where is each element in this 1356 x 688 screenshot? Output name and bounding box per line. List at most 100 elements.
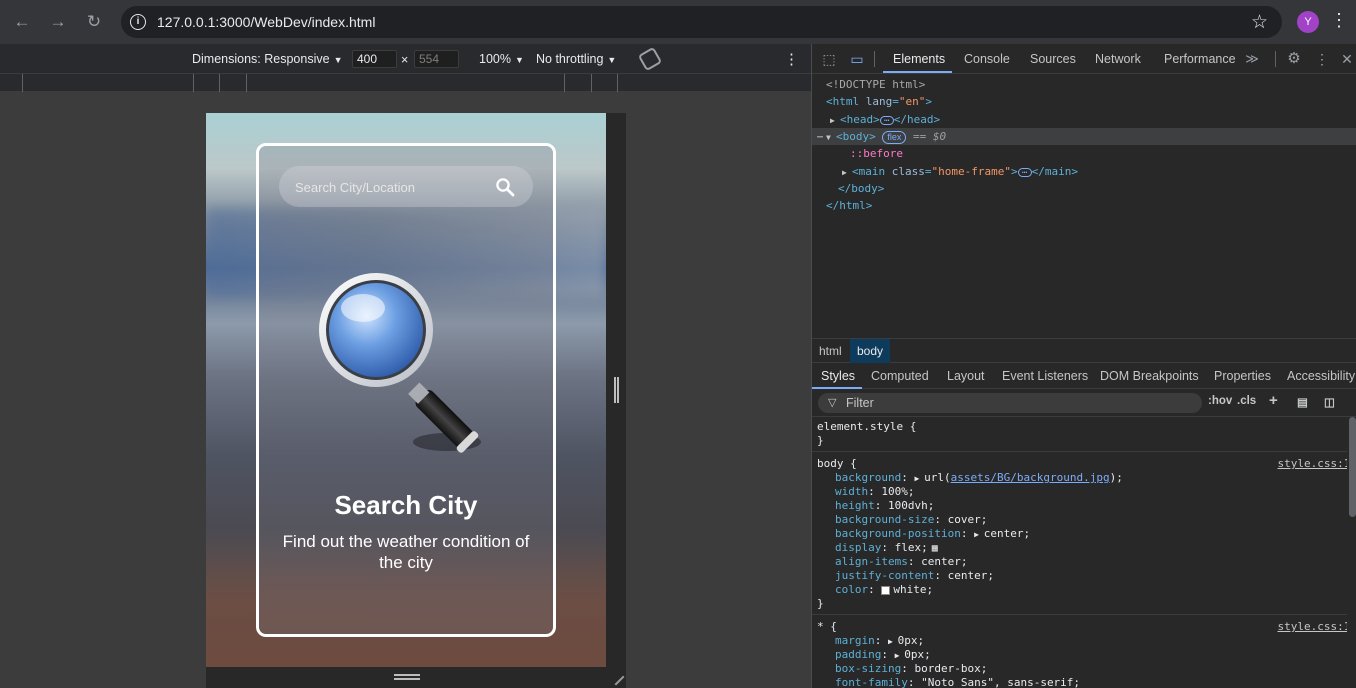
dom-node-pseudo-before[interactable]: ::before <box>812 145 1356 162</box>
css-declaration[interactable]: height: 100dvh; <box>835 499 934 513</box>
close-icon[interactable]: ✕ <box>1338 50 1356 68</box>
search-icon[interactable] <box>495 177 515 197</box>
media-query-ruler[interactable] <box>0 74 811 92</box>
breadcrumb-body[interactable]: body <box>850 339 891 363</box>
styles-filter-row: ▽ :hov .cls + ▤ ◫ <box>812 389 1356 417</box>
tab-sources[interactable]: Sources <box>1030 52 1076 66</box>
width-input[interactable]: 400 <box>352 50 397 68</box>
css-declaration[interactable]: align-items: center; <box>835 555 967 569</box>
ruler-tick <box>246 74 247 92</box>
back-arrow-icon[interactable]: ← <box>10 10 34 34</box>
toggle-sidebar-icon[interactable]: ◫ <box>1324 395 1335 409</box>
reload-icon[interactable]: ↻ <box>82 10 106 34</box>
css-declaration[interactable]: background-size: cover; <box>835 513 987 527</box>
filter-funnel-icon: ▽ <box>828 397 837 409</box>
more-tabs-icon[interactable]: ≫ <box>1243 50 1261 68</box>
more-options-icon[interactable]: ⋮ <box>784 50 799 68</box>
site-info-icon[interactable]: i <box>130 14 146 30</box>
expand-triangle-icon[interactable]: ▶ <box>830 112 840 129</box>
ruler-tick <box>591 74 592 92</box>
profile-avatar[interactable]: Y <box>1297 11 1319 33</box>
css-declaration[interactable]: display: flex; ▦ <box>835 541 938 555</box>
css-declaration[interactable]: padding: ▶ 0px; <box>835 648 931 662</box>
height-input[interactable]: 554 <box>414 50 459 68</box>
more-options-icon[interactable]: ⋮ <box>1313 50 1331 68</box>
flex-editor-icon[interactable]: ▦ <box>932 543 938 554</box>
css-declaration[interactable]: background: ▶ url(assets/BG/background.j… <box>835 471 1123 485</box>
color-swatch[interactable] <box>881 585 891 595</box>
tab-elements[interactable]: Elements <box>893 52 945 66</box>
dom-node-html-close[interactable]: </html> <box>812 197 1356 214</box>
throttling-dropdown[interactable]: No throttling ▼ <box>536 52 616 66</box>
rotate-icon[interactable] <box>637 46 663 72</box>
dom-node-body-close[interactable]: </body> <box>812 180 1356 197</box>
zoom-dropdown[interactable]: 100% ▼ <box>479 52 524 66</box>
expand-triangle-icon[interactable]: ▶ <box>842 164 852 181</box>
class-toggle[interactable]: .cls <box>1237 395 1256 407</box>
search-city-input[interactable] <box>295 177 485 197</box>
css-declaration[interactable]: margin: ▶ 0px; <box>835 634 924 648</box>
collapse-triangle-icon[interactable]: ▼ <box>826 129 836 146</box>
expand-triangle-icon[interactable]: ▶ <box>914 474 924 483</box>
subtab-accessibility[interactable]: Accessibility <box>1287 369 1355 383</box>
css-declaration[interactable]: box-sizing: border-box; <box>835 662 987 676</box>
collapsed-ellipsis-icon[interactable]: … <box>879 114 894 125</box>
dom-node-doctype[interactable]: <!DOCTYPE html> <box>812 76 1356 93</box>
hover-state-toggle[interactable]: :hov <box>1208 395 1232 407</box>
tab-performance[interactable]: Performance <box>1164 52 1236 66</box>
address-bar[interactable]: i 127.0.0.1:3000/WebDev/index.html ☆ <box>121 6 1282 38</box>
device-toggle-icon[interactable]: ▭ <box>848 50 866 68</box>
css-value: 0px; <box>897 634 925 647</box>
url-text[interactable]: 127.0.0.1:3000/WebDev/index.html <box>157 14 375 30</box>
styles-scrollbar[interactable] <box>1349 417 1356 517</box>
dom-node-main[interactable]: ▶ <main class="home-frame">… </main> <box>812 163 1356 180</box>
background-url-link[interactable]: assets/BG/background.jpg <box>951 471 1110 484</box>
settings-gear-icon[interactable]: ⚙ <box>1285 50 1303 68</box>
breadcrumb-html[interactable]: html <box>812 339 849 363</box>
subtab-properties[interactable]: Properties <box>1214 369 1271 383</box>
inspect-element-icon[interactable]: ⬚ <box>820 50 838 68</box>
horizontal-resize-handle[interactable] <box>206 667 626 688</box>
subtab-computed[interactable]: Computed <box>871 369 929 383</box>
flex-badge[interactable]: flex <box>882 131 907 144</box>
universal-rule-source-link[interactable]: style.css:10 <box>1278 620 1347 633</box>
dom-node-html[interactable]: <html lang="en"> <box>812 93 1356 110</box>
css-prop: box-sizing <box>835 662 902 675</box>
css-declaration[interactable]: justify-content: center; <box>835 569 994 583</box>
expand-triangle-icon[interactable]: ▶ <box>974 530 984 539</box>
css-declaration[interactable]: color: white; <box>835 583 933 597</box>
dom-node-body[interactable]: ⋯ ▼ <body> flex == $0 <box>812 128 1356 145</box>
browser-menu-icon[interactable]: ⋮ <box>1330 10 1348 31</box>
vertical-resize-handle[interactable] <box>606 113 626 667</box>
paint-brush-icon[interactable]: ▤ <box>1297 395 1308 409</box>
tab-console[interactable]: Console <box>964 52 1010 66</box>
new-rule-plus-icon[interactable]: + <box>1269 392 1278 409</box>
body-selector[interactable]: body { <box>817 457 857 471</box>
equals-sign: = <box>892 95 899 108</box>
node-actions-icon[interactable]: ⋯ <box>817 132 823 143</box>
body-rule-source-link[interactable]: style.css:18 <box>1278 457 1347 470</box>
expand-triangle-icon[interactable]: ▶ <box>895 651 905 660</box>
expand-triangle-icon[interactable]: ▶ <box>888 637 898 646</box>
subtab-layout[interactable]: Layout <box>947 369 985 383</box>
universal-selector[interactable]: * { <box>817 620 837 634</box>
css-declaration[interactable]: width: 100%; <box>835 485 915 499</box>
element-style-selector[interactable]: element.style { <box>817 420 916 434</box>
subtab-styles[interactable]: Styles <box>821 369 855 383</box>
collapsed-ellipsis-icon[interactable]: … <box>1017 166 1032 177</box>
html-attr-name: lang <box>865 95 893 108</box>
dimensions-dropdown[interactable]: Dimensions: Responsive ▼ <box>192 52 342 66</box>
filter-field[interactable]: ▽ <box>818 393 1202 413</box>
subtab-dom-breakpoints[interactable]: DOM Breakpoints <box>1100 369 1199 383</box>
dom-node-head[interactable]: ▶ <head>… </head> <box>812 111 1356 128</box>
filter-input[interactable] <box>846 396 1186 410</box>
css-declaration[interactable]: background-position: ▶ center; <box>835 527 1030 541</box>
css-sep: : <box>868 583 882 596</box>
corner-resize-icon[interactable] <box>607 668 625 686</box>
bookmark-star-icon[interactable]: ☆ <box>1251 11 1268 34</box>
subtab-event-listeners[interactable]: Event Listeners <box>1002 369 1088 383</box>
forward-arrow-icon[interactable]: → <box>46 10 70 34</box>
css-declaration[interactable]: font-family: "Noto Sans", sans-serif; <box>835 676 1080 688</box>
css-sep: : <box>934 569 948 582</box>
tab-network[interactable]: Network <box>1095 52 1141 66</box>
